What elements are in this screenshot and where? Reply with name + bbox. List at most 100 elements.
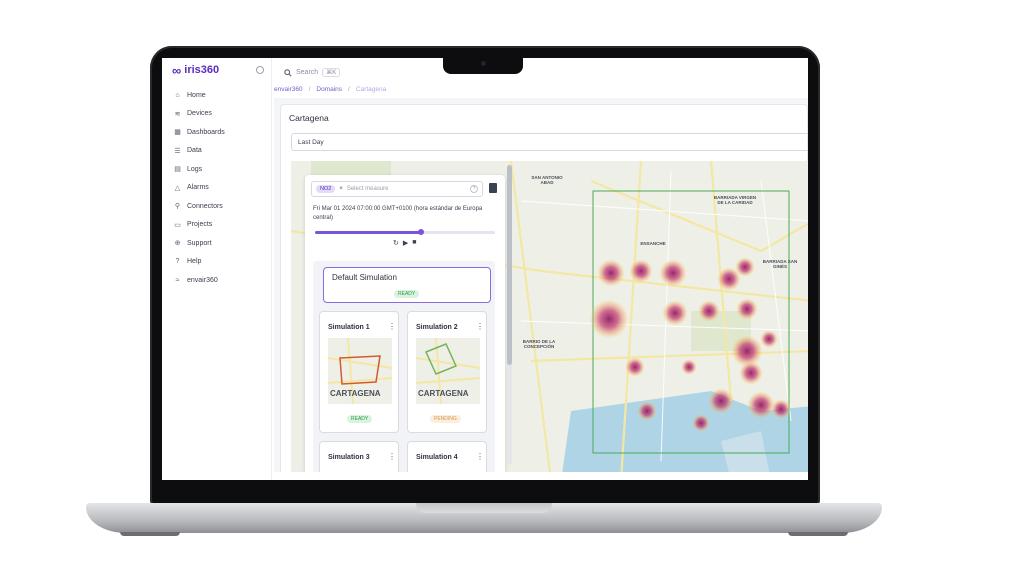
sidebar-item-connectors[interactable]: ⚲ Connectors — [162, 197, 271, 216]
layers-icon: ≈ — [175, 276, 180, 284]
simulation-card-1[interactable]: Simulation 1 ⋮ CARTAGENA READY — [319, 311, 399, 433]
folder-icon: ▭ — [174, 221, 181, 229]
time-range-select[interactable]: Last Day — [291, 133, 808, 151]
simulation-title: Simulation 1 — [328, 324, 370, 331]
measure-chip: NO2 — [316, 185, 336, 193]
footer-strip — [274, 472, 808, 480]
search-placeholder: Search — [296, 69, 319, 76]
simulation-title: Default Simulation — [332, 273, 397, 282]
measure-placeholder: Select measure — [346, 186, 389, 192]
sidebar-item-projects[interactable]: ▭ Projects — [162, 216, 271, 235]
map-label: BARRIADA SAN GINÉS — [762, 259, 798, 269]
collapse-sidebar-icon[interactable] — [256, 66, 264, 74]
sidebar-item-label: Connectors — [187, 202, 223, 210]
simulation-card-2[interactable]: Simulation 2 ⋮ CARTAGENA PENDING — [407, 311, 487, 433]
simulation-control-card: NO2 × Select measure ? Fri Mar 01 2024 0… — [305, 175, 505, 475]
sidebar-item-label: Dashboards — [187, 128, 225, 136]
timestamp: Fri Mar 01 2024 07:00:00 GMT+0100 (hora … — [313, 206, 483, 221]
timeline-fill — [315, 231, 422, 234]
home-icon: ⌂ — [175, 91, 180, 99]
search-icon — [284, 68, 292, 77]
logo-text: iris360 — [184, 64, 220, 76]
page-title: Cartagena — [289, 113, 329, 123]
stop-icon[interactable]: ■ — [412, 239, 416, 247]
map[interactable]: SAN ANTONIO ABAD BARRIADA VIRGEN DE LA C… — [291, 161, 808, 480]
remove-measure-icon[interactable]: × — [339, 186, 343, 192]
map-label: BARRIADA VIRGEN DE LA CARIDAD — [713, 195, 757, 205]
timeline-slider[interactable] — [315, 229, 495, 235]
sidebar-item-data[interactable]: ☰ Data — [162, 142, 271, 161]
help-icon: ? — [175, 258, 180, 266]
breadcrumb: envair360 / Domains / Cartagena — [274, 86, 808, 96]
search-input[interactable]: Search ⌘K — [284, 68, 341, 77]
replay-icon[interactable]: ↻ — [393, 239, 399, 247]
status-badge: PENDING — [430, 415, 461, 423]
camera-icon — [481, 61, 486, 66]
document-icon[interactable] — [489, 183, 497, 193]
sidebar-item-logs[interactable]: ▤ Logs — [162, 160, 271, 179]
main-content: Cartagena Last Day SAN ANTONIO ABAD BARR… — [274, 98, 808, 480]
sidebar-item-help[interactable]: ? Help — [162, 253, 271, 272]
screen: ∞ iris360 ⌂ Home ≋ Devices ▦ Dashboards ☰ Da… — [162, 58, 808, 480]
timeline-thumb[interactable] — [418, 229, 425, 235]
help-icon[interactable]: ? — [470, 185, 478, 193]
simulation-card-4[interactable]: Simulation 4 ⋮ — [407, 441, 487, 475]
sidebar-item-label: envair360 — [187, 276, 218, 284]
sidebar-item-home[interactable]: ⌂ Home — [162, 86, 271, 105]
breadcrumb-separator: / — [348, 86, 350, 93]
globe-icon: ⊕ — [174, 240, 181, 248]
simulation-card-3[interactable]: Simulation 3 ⋮ — [319, 441, 399, 475]
logo[interactable]: ∞ iris360 — [162, 58, 271, 82]
simulation-thumbnail: CARTAGENA — [328, 338, 392, 404]
logo-mark-icon: ∞ — [172, 62, 181, 78]
sidebar-item-label: Support — [187, 239, 212, 247]
simulation-title: Simulation 3 — [328, 454, 370, 461]
sidebar-item-label: Devices — [187, 110, 212, 118]
default-simulation-card[interactable]: Default Simulation READY — [323, 267, 491, 303]
sidebar-item-label: Home — [187, 91, 206, 99]
sidebar-item-dashboards[interactable]: ▦ Dashboards — [162, 123, 271, 142]
sidebar-item-label: Logs — [187, 165, 203, 173]
database-icon: ☰ — [174, 147, 181, 155]
thumb-city-label: CARTAGENA — [330, 389, 381, 398]
more-options-icon[interactable]: ⋮ — [388, 452, 396, 461]
topbar: Search ⌘K — [272, 58, 808, 88]
domain-panel: Cartagena Last Day SAN ANTONIO ABAD BARR… — [280, 104, 808, 480]
sidebar-item-label: Data — [187, 147, 202, 155]
map-label: SAN ANTONIO ABAD — [531, 175, 563, 185]
thumbnail-map: CARTAGENA — [328, 338, 392, 404]
wifi-icon: ≋ — [174, 110, 181, 118]
sidebar: ∞ iris360 ⌂ Home ≋ Devices ▦ Dashboards ☰ Da… — [162, 58, 272, 480]
camera-notch — [443, 56, 523, 74]
grid-icon: ▦ — [174, 129, 181, 137]
status-badge: READY — [347, 415, 373, 423]
sidebar-item-envair360[interactable]: ≈ envair360 — [162, 271, 271, 290]
warning-icon: △ — [174, 184, 181, 192]
sidebar-item-alarms[interactable]: △ Alarms — [162, 179, 271, 198]
thumbnail-map: CARTAGENA — [416, 338, 480, 404]
file-icon: ▤ — [174, 166, 181, 174]
playback-controls: ↻ ▶ ■ — [393, 239, 417, 247]
more-options-icon[interactable]: ⋮ — [476, 322, 484, 331]
map-label: BARRIO DE LA CONCEPCIÓN — [522, 339, 556, 349]
plug-icon: ⚲ — [174, 203, 181, 211]
sidebar-item-support[interactable]: ⊕ Support — [162, 234, 271, 253]
simulation-list: Default Simulation READY Simulation 1 ⋮ … — [313, 261, 495, 475]
laptop-thumb-lip — [416, 503, 552, 513]
sidebar-item-devices[interactable]: ≋ Devices — [162, 105, 271, 124]
breadcrumb-item[interactable]: envair360 — [274, 86, 303, 96]
sidebar-nav: ⌂ Home ≋ Devices ▦ Dashboards ☰ Data ▤ Logs △… — [162, 86, 271, 290]
breadcrumb-item[interactable]: Domains — [316, 86, 342, 96]
sidebar-item-label: Alarms — [187, 184, 209, 192]
play-icon[interactable]: ▶ — [403, 239, 408, 247]
thumb-city-label: CARTAGENA — [418, 389, 469, 398]
breadcrumb-current: Cartagena — [355, 86, 387, 93]
more-options-icon[interactable]: ⋮ — [388, 322, 396, 331]
sidebar-item-label: Help — [187, 258, 202, 266]
search-shortcut: ⌘K — [322, 68, 341, 77]
scrollbar-thumb[interactable] — [507, 165, 512, 365]
simulation-thumbnail: CARTAGENA — [416, 338, 480, 404]
more-options-icon[interactable]: ⋮ — [476, 452, 484, 461]
measure-select[interactable]: NO2 × Select measure ? — [311, 181, 483, 197]
map-label: ENSANCHE — [640, 241, 666, 246]
